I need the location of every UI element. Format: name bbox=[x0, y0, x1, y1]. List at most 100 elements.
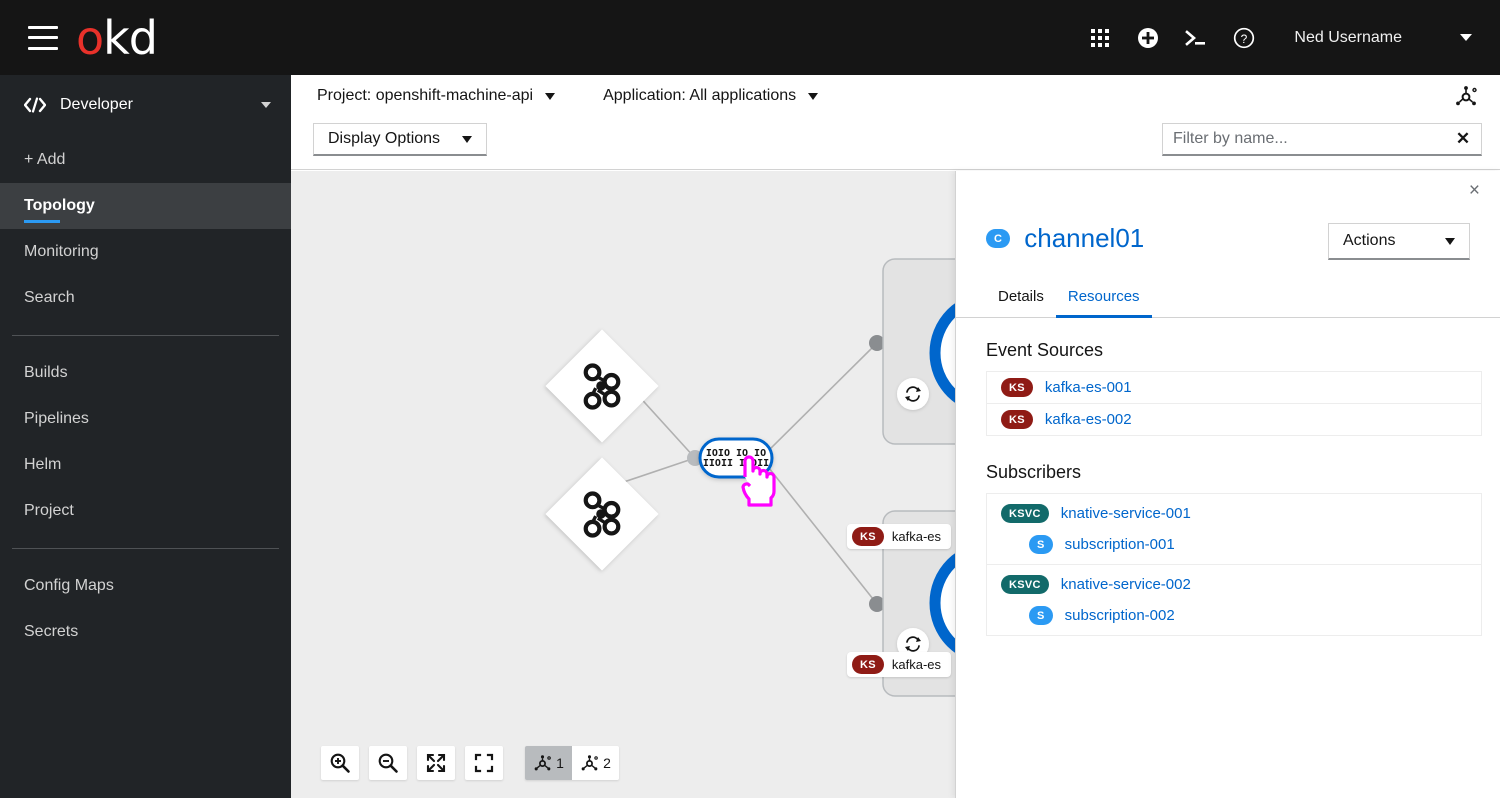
chevron-down-icon bbox=[545, 92, 556, 100]
username-label: Ned Username bbox=[1294, 28, 1402, 46]
event-sources-list: KS kafka-es-001 KS kafka-es-002 bbox=[986, 371, 1482, 436]
list-item[interactable]: KSVC knative-service-002 bbox=[987, 569, 1481, 600]
display-options-label: Display Options bbox=[328, 130, 441, 147]
resource-link[interactable]: subscription-001 bbox=[1065, 536, 1175, 553]
sidebar-item-config-maps[interactable]: Config Maps bbox=[0, 563, 291, 609]
resource-link[interactable]: kafka-es-001 bbox=[1045, 379, 1132, 396]
subscriber-group: KSVC knative-service-001 S subscription-… bbox=[987, 494, 1481, 565]
masthead: okd ? Ned Username bbox=[0, 0, 1500, 75]
subscription-badge: S bbox=[1029, 535, 1053, 554]
zoom-toolbar: 1 2 bbox=[321, 746, 619, 780]
perspective-switcher[interactable]: Developer bbox=[0, 83, 291, 127]
terminal-icon[interactable] bbox=[1172, 14, 1220, 62]
chevron-down-icon bbox=[1445, 237, 1455, 245]
logo-k: k bbox=[103, 10, 130, 65]
masthead-actions: ? Ned Username bbox=[1076, 0, 1500, 75]
tab-resources[interactable]: Resources bbox=[1055, 280, 1152, 318]
ksvc-badge: KSVC bbox=[1001, 504, 1049, 523]
zoom-in-icon[interactable] bbox=[321, 746, 359, 780]
sidebar-item-secrets[interactable]: Secrets bbox=[0, 609, 291, 655]
layout-toggle-1[interactable]: 1 bbox=[525, 746, 572, 780]
chevron-down-icon bbox=[462, 135, 473, 143]
sidebar-item-search[interactable]: Search bbox=[0, 275, 291, 321]
ks-badge: KS bbox=[1001, 410, 1033, 429]
grid-apps-icon[interactable] bbox=[1076, 14, 1124, 62]
application-selector[interactable]: Application: All applications bbox=[599, 85, 822, 107]
ks-badge: KS bbox=[852, 655, 884, 674]
panel-tabs: Details Resources bbox=[956, 280, 1500, 318]
resource-link[interactable]: knative-service-001 bbox=[1061, 505, 1191, 522]
panel-header: C channel01 Actions bbox=[956, 171, 1500, 260]
panel-title-wrap: C channel01 bbox=[986, 223, 1144, 254]
svg-text:?: ? bbox=[1241, 32, 1248, 46]
side-panel: × C channel01 Actions Details Resources … bbox=[955, 171, 1500, 798]
logo-o: o bbox=[76, 10, 104, 65]
chevron-down-icon bbox=[808, 92, 819, 100]
subscriber-group: KSVC knative-service-002 S subscription-… bbox=[987, 565, 1481, 635]
topology-view-icon[interactable] bbox=[1454, 85, 1478, 109]
subscribers-list: KSVC knative-service-001 S subscription-… bbox=[986, 493, 1482, 636]
section-title-event-sources: Event Sources bbox=[986, 340, 1104, 360]
actions-button[interactable]: Actions bbox=[1328, 223, 1470, 260]
chevron-down-icon bbox=[261, 102, 271, 108]
layout-toggle-1-label: 1 bbox=[556, 755, 564, 771]
layout-toggle-2[interactable]: 2 bbox=[572, 746, 619, 780]
sidebar-item-helm[interactable]: Helm bbox=[0, 442, 291, 488]
sidebar-item-pipelines[interactable]: Pipelines bbox=[0, 396, 291, 442]
list-item[interactable]: S subscription-001 bbox=[987, 529, 1481, 560]
clear-icon[interactable]: ✕ bbox=[1451, 124, 1481, 154]
user-menu[interactable]: Ned Username bbox=[1294, 29, 1478, 47]
sidebar-item-builds[interactable]: Builds bbox=[0, 350, 291, 396]
section-title-subscribers: Subscribers bbox=[986, 462, 1082, 482]
project-selector[interactable]: Project: openshift-machine-api bbox=[313, 85, 559, 107]
zoom-out-icon[interactable] bbox=[369, 746, 407, 780]
resource-link[interactable]: kafka-es-002 bbox=[1045, 411, 1132, 428]
okd-topology-page: okd ? Ned Username Developer + Add Topol… bbox=[0, 0, 1500, 798]
sidebar-item-topology[interactable]: Topology bbox=[0, 183, 291, 229]
close-icon[interactable]: × bbox=[1469, 181, 1480, 200]
page-title[interactable]: channel01 bbox=[1024, 223, 1144, 254]
plus-circle-icon[interactable] bbox=[1124, 14, 1172, 62]
layout-toggle-group: 1 2 bbox=[525, 746, 619, 780]
sidebar-item-add[interactable]: + Add bbox=[0, 137, 291, 183]
help-circle-icon[interactable]: ? bbox=[1220, 14, 1268, 62]
channel-badge: C bbox=[986, 229, 1011, 248]
actions-label: Actions bbox=[1343, 232, 1396, 249]
selector-row: Project: openshift-machine-api Applicati… bbox=[291, 75, 1500, 117]
ks-badge: KS bbox=[1001, 378, 1033, 397]
ksvc-badge: KSVC bbox=[1001, 575, 1049, 594]
panel-body: Event Sources KS kafka-es-001 KS kafka-e… bbox=[956, 318, 1500, 636]
filter-by-name-field[interactable]: ✕ bbox=[1162, 123, 1482, 156]
hamburger-icon[interactable] bbox=[28, 25, 58, 50]
tab-details[interactable]: Details bbox=[986, 280, 1056, 317]
display-options-button[interactable]: Display Options bbox=[313, 123, 488, 156]
logo-d: d bbox=[128, 10, 158, 65]
list-item[interactable]: KS kafka-es-001 bbox=[987, 372, 1481, 404]
sidebar-divider-1 bbox=[12, 335, 279, 336]
code-icon bbox=[24, 97, 46, 113]
node-label-kafka-es-2[interactable]: KS kafka-es bbox=[847, 652, 952, 677]
layout-toggle-2-label: 2 bbox=[603, 755, 611, 771]
sidebar-item-monitoring[interactable]: Monitoring bbox=[0, 229, 291, 275]
okd-logo[interactable]: okd bbox=[76, 10, 158, 65]
fit-to-screen-icon[interactable] bbox=[417, 746, 455, 780]
ks-badge: KS bbox=[852, 527, 884, 546]
list-item[interactable]: KSVC knative-service-001 bbox=[987, 498, 1481, 529]
application-selector-label: Application: All applications bbox=[603, 87, 797, 104]
topology-layout-icon bbox=[534, 754, 551, 770]
chevron-down-icon bbox=[1460, 34, 1472, 41]
reset-view-icon[interactable] bbox=[465, 746, 503, 780]
node-label-text: kafka-es bbox=[891, 529, 942, 544]
project-selector-label: Project: openshift-machine-api bbox=[317, 87, 534, 104]
resource-link[interactable]: knative-service-002 bbox=[1061, 576, 1191, 593]
sidebar-item-project[interactable]: Project bbox=[0, 488, 291, 534]
search-input[interactable] bbox=[1163, 124, 1451, 154]
sidebar-divider-2 bbox=[12, 548, 279, 549]
subscription-badge: S bbox=[1029, 606, 1053, 625]
topology-toolbar: Project: openshift-machine-api Applicati… bbox=[291, 75, 1500, 170]
node-label-kafka-es-1[interactable]: KS kafka-es bbox=[847, 524, 952, 549]
sidebar: Developer + Add Topology Monitoring Sear… bbox=[0, 75, 291, 798]
resource-link[interactable]: subscription-002 bbox=[1065, 607, 1175, 624]
list-item[interactable]: S subscription-002 bbox=[987, 600, 1481, 631]
list-item[interactable]: KS kafka-es-002 bbox=[987, 404, 1481, 435]
